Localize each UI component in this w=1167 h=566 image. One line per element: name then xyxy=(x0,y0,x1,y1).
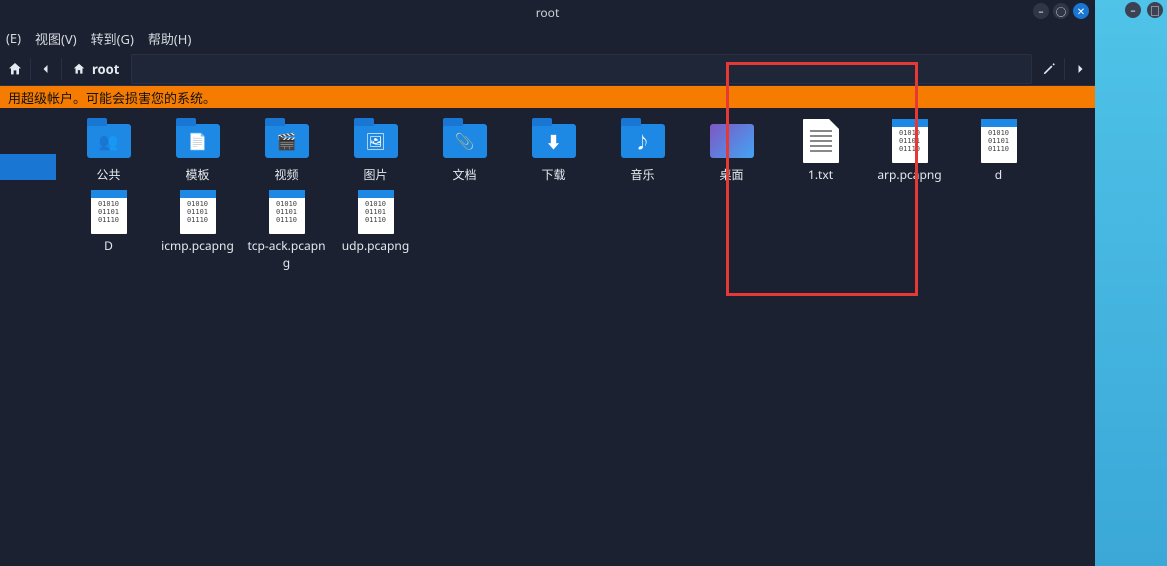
file-item[interactable]: ♪ 音乐 xyxy=(598,122,687,183)
file-label: 1.txt xyxy=(808,166,833,183)
menubar: (E) 视图(V) 转到(G) 帮助(H) xyxy=(0,24,1095,52)
folder-icon: 🖼 xyxy=(352,122,400,160)
file-label: 公共 xyxy=(96,166,120,183)
minimize-button[interactable]: – xyxy=(1033,3,1049,19)
window-title: root xyxy=(536,4,560,21)
folder-icon: 👥 xyxy=(85,122,133,160)
file-item[interactable]: 010100110101110 D xyxy=(64,193,153,271)
file-item[interactable]: 010100110101110 udp.pcapng xyxy=(331,193,420,271)
file-label: udp.pcapng xyxy=(342,237,409,254)
file-label: 文档 xyxy=(452,166,476,183)
forward-button[interactable] xyxy=(1065,54,1095,84)
sidebar-selected-item[interactable] xyxy=(0,154,56,180)
file-label: 图片 xyxy=(363,166,387,183)
binary-file-icon: 010100110101110 xyxy=(263,193,311,231)
location-bar[interactable] xyxy=(131,54,1032,84)
file-label: D xyxy=(104,237,113,254)
file-label: 下载 xyxy=(541,166,565,183)
file-item[interactable]: 010100110101110 d xyxy=(954,122,1043,183)
file-manager-window: root – ◯ ✕ (E) 视图(V) 转到(G) 帮助(H) root xyxy=(0,0,1095,566)
file-item[interactable]: 🖼 图片 xyxy=(331,122,420,183)
home-icon xyxy=(72,62,86,76)
titlebar: root – ◯ ✕ xyxy=(0,0,1095,24)
home-button[interactable] xyxy=(0,54,30,84)
file-label: 桌面 xyxy=(719,166,743,183)
menu-help[interactable]: 帮助(H) xyxy=(148,29,191,48)
file-item[interactable]: 010100110101110 arp.pcapng xyxy=(865,122,954,183)
file-item[interactable]: 👥 公共 xyxy=(64,122,153,183)
home-icon xyxy=(7,61,23,77)
root-warning-bar: 用超级帐户。可能会损害您的系统。 xyxy=(0,86,1095,108)
back-button[interactable] xyxy=(31,54,61,84)
file-label: 模板 xyxy=(185,166,209,183)
file-label: tcp-ack.pcapng xyxy=(245,237,329,271)
binary-file-icon: 010100110101110 xyxy=(886,122,934,160)
folder-icon: ⬇ xyxy=(530,122,578,160)
outer-window-buttons: – □ xyxy=(1125,2,1163,18)
file-item[interactable]: 1.txt xyxy=(776,122,865,183)
binary-file-icon: 010100110101110 xyxy=(975,122,1023,160)
warning-text: 用超级帐户。可能会损害您的系统。 xyxy=(8,88,216,107)
chevron-left-icon xyxy=(40,63,52,75)
desktop-icon xyxy=(708,122,756,160)
file-item[interactable]: 010100110101110 tcp-ack.pcapng xyxy=(242,193,331,271)
folder-icon: 🎬 xyxy=(263,122,311,160)
binary-file-icon: 010100110101110 xyxy=(85,193,133,231)
toolbar: root xyxy=(0,52,1095,86)
edit-path-button[interactable] xyxy=(1034,54,1064,84)
menu-goto[interactable]: 转到(G) xyxy=(91,29,134,48)
file-label: arp.pcapng xyxy=(877,166,941,183)
breadcrumb-root[interactable]: root xyxy=(62,54,129,84)
pencil-icon xyxy=(1042,62,1056,76)
file-item[interactable]: 桌面 xyxy=(687,122,776,183)
chevron-right-icon xyxy=(1074,63,1086,75)
menu-view[interactable]: 视图(V) xyxy=(35,29,77,48)
outer-maximize-button[interactable]: □ xyxy=(1147,2,1163,18)
file-item[interactable]: 📎 文档 xyxy=(420,122,509,183)
maximize-button[interactable]: ◯ xyxy=(1053,3,1069,19)
breadcrumb-label: root xyxy=(92,60,119,78)
sidebar xyxy=(0,108,56,566)
file-item[interactable]: ⬇ 下载 xyxy=(509,122,598,183)
close-button[interactable]: ✕ xyxy=(1073,3,1089,19)
icon-grid[interactable]: 👥 公共 📄 模板 🎬 视频 🖼 图片 📎 文档 ⬇ 下载 ♪ 音乐 桌面 1.txt 010100110101… xyxy=(56,108,1095,566)
binary-file-icon: 010100110101110 xyxy=(174,193,222,231)
folder-icon: 📄 xyxy=(174,122,222,160)
file-item[interactable]: 🎬 视频 xyxy=(242,122,331,183)
file-item[interactable]: 010100110101110 icmp.pcapng xyxy=(153,193,242,271)
menu-edit[interactable]: (E) xyxy=(6,29,21,47)
binary-file-icon: 010100110101110 xyxy=(352,193,400,231)
content-area: 👥 公共 📄 模板 🎬 视频 🖼 图片 📎 文档 ⬇ 下载 ♪ 音乐 桌面 1.txt 010100110101… xyxy=(0,108,1095,566)
outer-minimize-button[interactable]: – xyxy=(1125,2,1141,18)
window-buttons: – ◯ ✕ xyxy=(1033,3,1089,19)
text-file-icon xyxy=(797,122,845,160)
folder-icon: 📎 xyxy=(441,122,489,160)
file-label: 音乐 xyxy=(630,166,654,183)
file-label: icmp.pcapng xyxy=(161,237,234,254)
folder-icon: ♪ xyxy=(619,122,667,160)
file-item[interactable]: 📄 模板 xyxy=(153,122,242,183)
file-label: d xyxy=(995,166,1002,183)
file-label: 视频 xyxy=(274,166,298,183)
